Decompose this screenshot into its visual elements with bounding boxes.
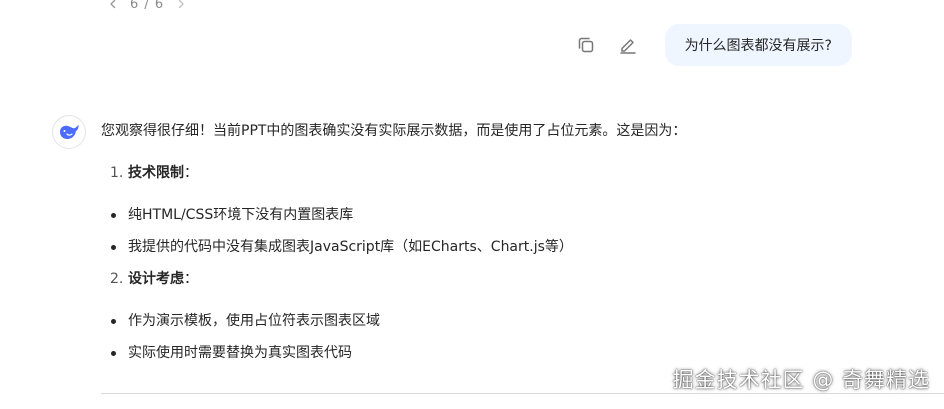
bullet-text: 作为演示模板，使用占位符表示图表区域 [128, 313, 380, 329]
bullet-dot-icon [111, 213, 116, 218]
bullet-text: 纯HTML/CSS环境下没有内置图表库 [128, 207, 354, 223]
bullet-text: 实际使用时需要替换为真实图表代码 [128, 345, 352, 361]
chevron-right-icon[interactable] [174, 0, 188, 11]
user-message-row: 为什么图表都没有展示? [575, 24, 852, 66]
answer-intro: 您观察得很仔细！当前PPT中的图表确实没有实际展示数据，而是使用了占位元素。这是… [101, 123, 687, 139]
bullet-dot-icon [111, 351, 116, 356]
list-item: 我提供的代码中没有集成图表JavaScript库（如ECharts、Chart.… [111, 236, 881, 258]
list-number: 1. [110, 165, 124, 181]
copy-icon[interactable] [575, 34, 597, 56]
list-number: 2. [110, 271, 124, 287]
list-item-technical-limits: 1. 技术限制： [110, 162, 881, 184]
watermark: 掘金技术社区 @ 奇舞精选 [672, 368, 930, 392]
response-pager: 6 / 6 [106, 0, 188, 14]
section-title: 设计考虑 [128, 271, 184, 287]
bullet-list: 纯HTML/CSS环境下没有内置图表库 我提供的代码中没有集成图表JavaScr… [101, 204, 881, 258]
chat-page: 6 / 6 为什么图表都没有展示? 您观察得很仔细！当前PPT中的图表确实没有实… [0, 0, 944, 409]
list-item-design-considerations: 2. 设计考虑： [110, 268, 881, 290]
bullet-list: 作为演示模板，使用占位符表示图表区域 实际使用时需要替换为真实图表代码 [101, 310, 881, 364]
section-title: 技术限制 [128, 165, 184, 181]
chevron-left-icon[interactable] [106, 0, 120, 11]
pager-count: 6 / 6 [130, 0, 165, 12]
bullet-dot-icon [111, 319, 116, 324]
bullet-dot-icon [111, 245, 116, 250]
whale-avatar-icon [52, 115, 86, 149]
list-item: 纯HTML/CSS环境下没有内置图表库 [111, 204, 881, 226]
list-item: 实际使用时需要替换为真实图表代码 [111, 342, 881, 364]
section-suffix: ： [184, 271, 198, 287]
edit-icon[interactable] [617, 34, 639, 56]
user-message-bubble: 为什么图表都没有展示? [664, 24, 852, 66]
section-suffix: ： [184, 165, 198, 181]
assistant-answer: 您观察得很仔细！当前PPT中的图表确实没有实际展示数据，而是使用了占位元素。这是… [101, 120, 881, 374]
bullet-text: 我提供的代码中没有集成图表JavaScript库（如ECharts、Chart.… [128, 239, 573, 255]
list-item: 作为演示模板，使用占位符表示图表区域 [111, 310, 881, 332]
